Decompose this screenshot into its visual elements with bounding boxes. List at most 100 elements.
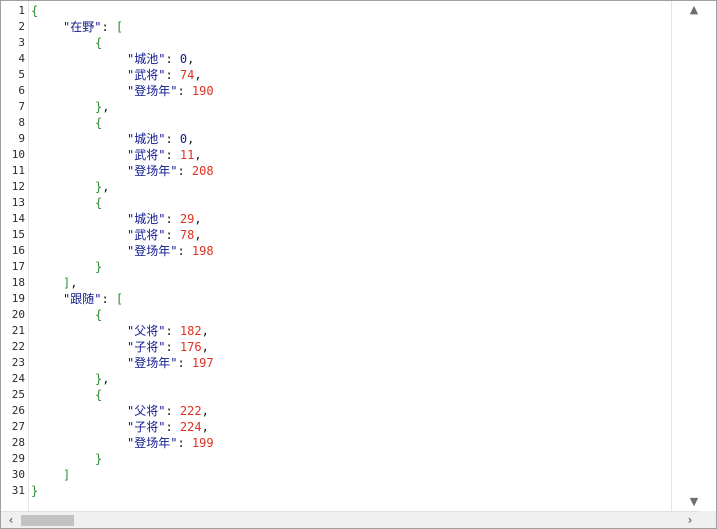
line-number: 15 (11, 228, 25, 241)
code-line: "父将": 222, (127, 403, 209, 419)
scroll-down-arrow-icon[interactable]: ▼ (688, 495, 700, 509)
line-number: 12 (11, 180, 25, 193)
json-key: "在野" (63, 20, 102, 34)
json-number: 176 (179, 340, 202, 354)
line-number: 6 (18, 84, 25, 97)
code-line: "武将": 78, (127, 227, 202, 243)
json-bracket: { (95, 116, 103, 130)
json-key: "城池" (127, 132, 166, 146)
json-punctuation: , (102, 180, 110, 194)
line-number: 4 (18, 52, 25, 65)
json-bracket: ] (63, 468, 71, 482)
line-number: 26 (11, 404, 25, 417)
code-line: "父将": 182, (127, 323, 209, 339)
json-punctuation: , (201, 420, 209, 434)
json-key: "子将" (127, 420, 166, 434)
json-bracket: } (95, 260, 103, 274)
line-number: 18 (11, 276, 25, 289)
line-number: 20 (11, 308, 25, 321)
json-key: "登场年" (127, 244, 178, 258)
json-punctuation: : (165, 132, 180, 146)
scroll-up-arrow-icon[interactable]: ▲ (688, 3, 700, 17)
line-number: 23 (11, 356, 25, 369)
line-number: 28 (11, 436, 25, 449)
code-line: "武将": 74, (127, 67, 202, 83)
json-punctuation: : (165, 68, 180, 82)
code-line: { (95, 35, 102, 51)
code-line: }, (95, 371, 109, 387)
json-viewer-window: 1 2 3 4 5 6 7 8 9 10 11 12 13 14 15 16 17 18 19 20 21 22 23 24 2… (0, 0, 717, 529)
line-number: 8 (18, 116, 25, 129)
line-number: 2 (18, 20, 25, 33)
code-line: { (95, 195, 102, 211)
code-line: { (95, 307, 102, 323)
line-number: 27 (11, 420, 25, 433)
line-number: 31 (11, 484, 25, 497)
line-number: 24 (11, 372, 25, 385)
json-punctuation: : (165, 52, 180, 66)
json-punctuation: , (194, 68, 202, 82)
json-key: "城池" (127, 52, 166, 66)
line-number-gutter: 1 2 3 4 5 6 7 8 9 10 11 12 13 14 15 16 17 18 19 20 21 22 23 24 2… (1, 1, 29, 511)
code-line: { (95, 115, 102, 131)
json-number: 197 (191, 356, 214, 370)
json-punctuation: , (194, 228, 202, 242)
json-punctuation: : (165, 148, 180, 162)
code-line: "登场年": 199 (127, 435, 214, 451)
json-number: 222 (179, 404, 202, 418)
json-key: "登场年" (127, 436, 178, 450)
json-bracket: { (95, 308, 103, 322)
json-punctuation: , (201, 340, 209, 354)
code-line: "城池": 29, (127, 211, 202, 227)
line-number: 21 (11, 324, 25, 337)
code-area[interactable]: {"在野": [{"城池": 0, "武将": 74, "登场年": 190},{"… (31, 1, 671, 511)
json-number: 74 (179, 68, 195, 82)
json-number: 199 (191, 436, 214, 450)
json-key: "武将" (127, 148, 166, 162)
json-bracket: { (95, 388, 103, 402)
json-key: "武将" (127, 68, 166, 82)
json-punctuation: : (177, 164, 192, 178)
line-number: 17 (11, 260, 25, 273)
scroll-left-arrow-icon[interactable]: ‹ (4, 513, 18, 527)
horizontal-scroll-thumb[interactable] (21, 515, 74, 526)
json-punctuation: , (194, 148, 202, 162)
line-number: 16 (11, 244, 25, 257)
code-line: "城池": 0, (127, 51, 194, 67)
json-bracket: { (31, 4, 39, 18)
code-line: } (95, 451, 102, 467)
line-number: 9 (18, 132, 25, 145)
json-punctuation: : (165, 404, 180, 418)
line-number: 29 (11, 452, 25, 465)
json-bracket: { (95, 36, 103, 50)
scrollbar-corner (698, 511, 716, 528)
json-punctuation: : (165, 324, 180, 338)
json-key: "登场年" (127, 84, 178, 98)
json-bracket: [ (115, 20, 124, 34)
json-number: 29 (179, 212, 195, 226)
json-key: "登场年" (127, 356, 178, 370)
line-number: 30 (11, 468, 25, 481)
json-punctuation: : (165, 340, 180, 354)
code-line: "登场年": 208 (127, 163, 214, 179)
json-punctuation: : (165, 228, 180, 242)
horizontal-scrollbar[interactable]: ‹ › (1, 511, 716, 528)
code-line: }, (95, 179, 109, 195)
json-punctuation: , (201, 404, 209, 418)
json-bracket: } (31, 484, 39, 498)
scroll-right-arrow-icon[interactable]: › (683, 513, 697, 527)
line-number: 7 (18, 100, 25, 113)
json-number: 208 (191, 164, 214, 178)
line-number: 14 (11, 212, 25, 225)
json-punctuation: : (177, 436, 192, 450)
code-line: "登场年": 197 (127, 355, 214, 371)
line-number: 19 (11, 292, 25, 305)
line-number: 10 (11, 148, 25, 161)
code-editor[interactable]: 1 2 3 4 5 6 7 8 9 10 11 12 13 14 15 16 17 18 19 20 21 22 23 24 2… (1, 1, 671, 511)
json-key: "城池" (127, 212, 166, 226)
json-key: "父将" (127, 324, 166, 338)
line-number: 3 (18, 36, 25, 49)
vertical-scrollbar[interactable]: ▲ ▼ (671, 1, 716, 511)
line-number: 11 (11, 164, 25, 177)
line-number: 13 (11, 196, 25, 209)
